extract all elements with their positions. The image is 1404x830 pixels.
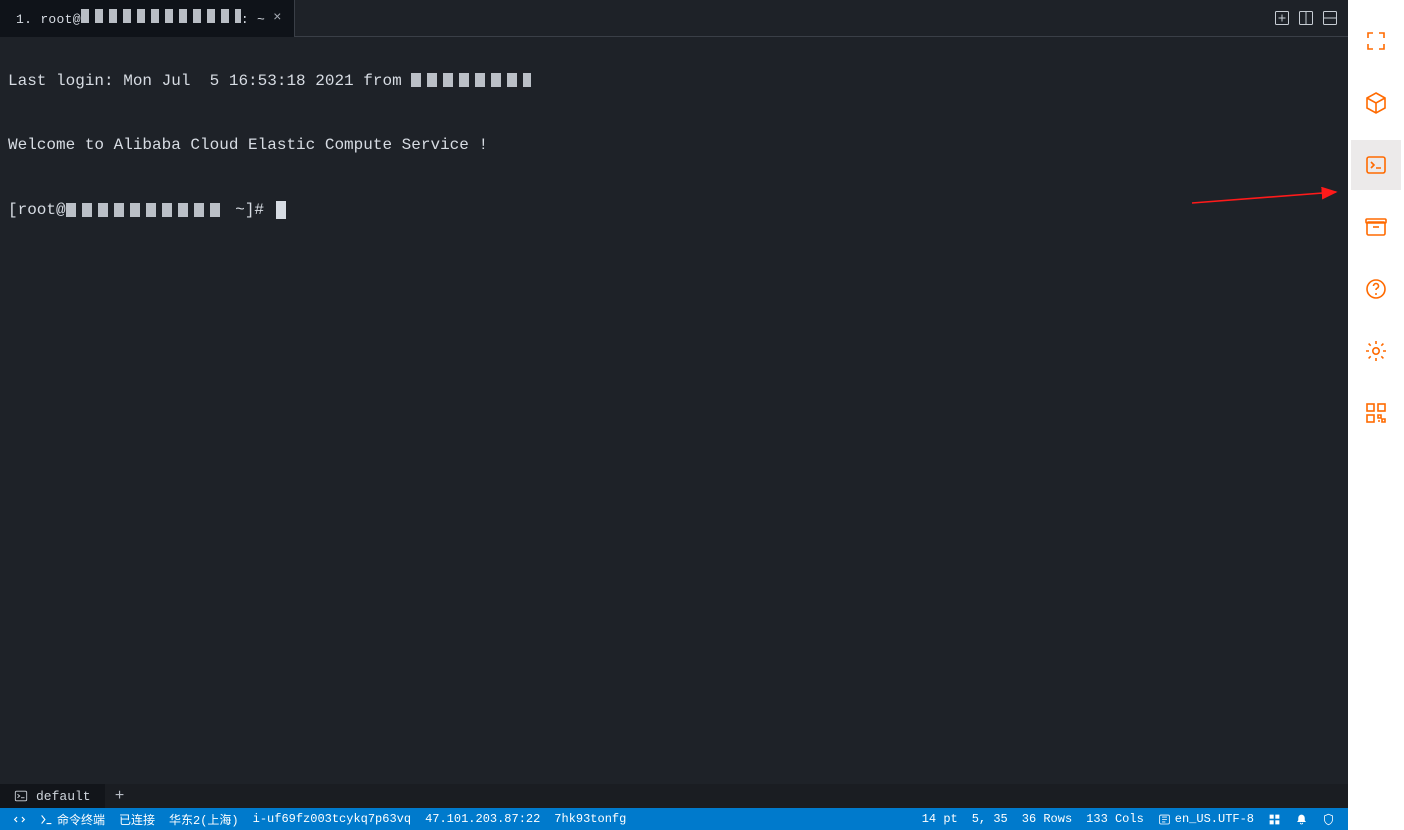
terminal-output: Last login: Mon Jul 5 16:53:18 2021 from…	[0, 37, 1348, 277]
session-tab-label: default	[36, 789, 91, 804]
status-font-size[interactable]: 14 pt	[915, 808, 965, 830]
terminal-area[interactable]: Last login: Mon Jul 5 16:53:18 2021 from…	[0, 37, 1348, 784]
status-cols[interactable]: 133 Cols	[1079, 808, 1151, 830]
split-horizontal-icon[interactable]	[1320, 8, 1340, 28]
status-terminal-label[interactable]: 命令终端	[33, 808, 112, 830]
sidebar-qrcode[interactable]	[1351, 388, 1401, 438]
status-shield-icon[interactable]	[1315, 808, 1342, 830]
terminal-cursor	[276, 201, 286, 219]
status-remote-icon[interactable]	[6, 808, 33, 830]
session-bar: default +	[0, 784, 1348, 808]
sidebar-archive[interactable]	[1351, 202, 1401, 252]
terminal-tab-title: 1. root@: ~	[16, 9, 265, 27]
sidebar-fullscreen[interactable]	[1351, 16, 1401, 66]
status-encoding[interactable]: en_US.UTF-8	[1151, 808, 1261, 830]
status-grid-icon[interactable]	[1261, 808, 1288, 830]
hostname-masked	[81, 9, 241, 23]
status-bar: 命令终端 已连接 华东2(上海) i-uf69fz003tcykq7p63vq …	[0, 808, 1348, 830]
from-ip-masked	[411, 73, 531, 87]
status-ip[interactable]: 47.101.203.87:22	[418, 808, 547, 830]
new-tab-icon[interactable]	[1272, 8, 1292, 28]
status-region[interactable]: 华东2(上海)	[162, 808, 246, 830]
sidebar-settings[interactable]	[1351, 326, 1401, 376]
right-sidebar	[1348, 0, 1404, 830]
status-cursor-pos[interactable]: 5, 35	[965, 808, 1015, 830]
status-connection[interactable]: 已连接	[112, 808, 162, 830]
sidebar-cube[interactable]	[1351, 78, 1401, 128]
sidebar-help[interactable]	[1351, 264, 1401, 314]
prompt-host-masked	[66, 203, 226, 217]
status-rows[interactable]: 36 Rows	[1015, 808, 1079, 830]
split-vertical-icon[interactable]	[1296, 8, 1316, 28]
add-session-button[interactable]: +	[105, 784, 135, 808]
status-instance-id[interactable]: i-uf69fz003tcykq7p63vq	[246, 808, 418, 830]
session-tab-default[interactable]: default	[0, 784, 105, 808]
status-bell-icon[interactable]	[1288, 808, 1315, 830]
main-pane: 1. root@: ~ × Last login: Mon Jul 5 16:5…	[0, 0, 1348, 830]
status-short-id[interactable]: 7hk93tonfg	[547, 808, 633, 830]
tabbar-actions	[1272, 8, 1348, 28]
terminal-tab-1[interactable]: 1. root@: ~ ×	[0, 0, 295, 37]
close-tab-button[interactable]: ×	[271, 10, 283, 26]
terminal-icon	[14, 789, 28, 803]
sidebar-terminal[interactable]	[1351, 140, 1401, 190]
terminal-tabbar: 1. root@: ~ ×	[0, 0, 1348, 37]
